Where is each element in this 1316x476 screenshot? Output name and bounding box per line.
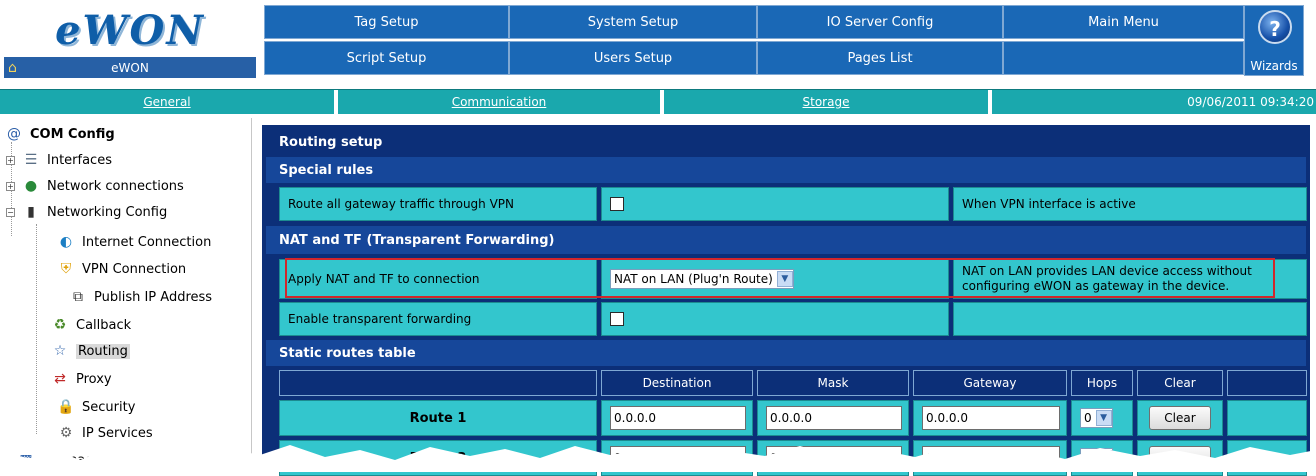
enable-tf-empty: [953, 302, 1307, 336]
route-1-mask-cell: 0.0.0.0: [757, 400, 909, 436]
col-empty: [1227, 370, 1307, 396]
sidebar-item-vpn-connection[interactable]: ⛨ VPN Connection: [56, 257, 186, 281]
route-vpn-note: When VPN interface is active: [953, 187, 1307, 221]
route-vpn-cell: [601, 187, 949, 221]
tree-root-com-config[interactable]: @ COM Config: [4, 122, 115, 146]
expand-plus-icon[interactable]: +: [6, 155, 15, 165]
sidebar-tree: @ COM Config + ☰ Interfaces + ● Network …: [0, 118, 252, 472]
col-destination: Destination: [601, 370, 753, 396]
col-hops: Hops: [1071, 370, 1133, 396]
tab-divider: [988, 90, 992, 114]
home-icon[interactable]: ⌂: [8, 60, 24, 76]
route-1-label: Route 1: [279, 400, 597, 436]
globe-icon: ●: [24, 178, 38, 194]
header: eWON ⌂ eWON Tag Setup System Setup IO Se…: [0, 0, 1316, 87]
section-heading-special-rules: Special rules: [266, 157, 1306, 183]
section-tabs: General Communication Storage 09/06/2011…: [0, 89, 1316, 114]
highlight-box: [285, 258, 1275, 298]
route-1-mask-input[interactable]: 0.0.0.0: [766, 406, 902, 430]
menu-tag-setup[interactable]: Tag Setup: [264, 5, 509, 39]
sidebar-item-networking-config[interactable]: − ▮ Networking Config: [6, 200, 167, 224]
home-label: eWON: [111, 60, 149, 75]
route-1-empty-cell: [1227, 400, 1307, 436]
lock-icon: 🔒: [57, 399, 75, 415]
sidebar-item-routing[interactable]: ☆ Routing: [50, 339, 130, 363]
menu-system-setup[interactable]: System Setup: [509, 5, 757, 39]
chevron-down-icon[interactable]: ▼: [1095, 410, 1112, 426]
route-1-clear-cell: Clear: [1137, 400, 1223, 436]
sidebar-item-label: Routing: [76, 343, 130, 359]
sidebar-item-label: Security: [82, 399, 136, 415]
section-heading-static-routes: Static routes table: [266, 340, 1306, 366]
sidebar-item-publish-ip[interactable]: ⧉ Publish IP Address: [68, 285, 212, 309]
tree-connector: [36, 224, 37, 434]
route-1-gateway-cell: 0.0.0.0: [913, 400, 1067, 436]
tab-communication[interactable]: Communication: [338, 90, 660, 114]
tree-root-label: COM Config: [30, 126, 115, 142]
help-wizard-icon: ?: [1258, 10, 1292, 44]
route-1-clear-button[interactable]: Clear: [1149, 406, 1211, 430]
at-sign-icon: @: [7, 126, 21, 142]
cable-icon: ☰: [24, 152, 38, 168]
broadcast-icon: ⧉: [73, 289, 83, 305]
tab-storage[interactable]: Storage: [664, 90, 988, 114]
menu-pages-list[interactable]: Pages List: [757, 41, 1003, 75]
route-1-destination-cell: 0.0.0.0: [601, 400, 753, 436]
sidebar-item-label: Networking Config: [47, 204, 168, 220]
datetime-display: 09/06/2011 09:34:20: [1187, 95, 1314, 109]
sidebar-item-network-connections[interactable]: + ● Network connections: [6, 174, 184, 198]
sidebar-item-callback[interactable]: ♻ Callback: [50, 313, 131, 337]
col-clear: Clear: [1137, 370, 1223, 396]
sidebar-item-label: Internet Connection: [82, 234, 212, 250]
sidebar-item-label: Publish IP Address: [94, 289, 213, 305]
route-vpn-checkbox[interactable]: [610, 197, 624, 211]
route-vpn-label: Route all gateway traffic through VPN: [279, 187, 597, 221]
route-1-gateway-input[interactable]: 0.0.0.0: [922, 406, 1060, 430]
page-title: Routing setup: [279, 134, 383, 150]
enable-tf-checkbox[interactable]: [610, 312, 624, 326]
tab-general[interactable]: General: [0, 90, 334, 114]
table-header-empty: [279, 370, 597, 396]
sidebar-item-security[interactable]: 🔒 Security: [56, 395, 135, 419]
ewon-logo[interactable]: eWON: [4, 4, 256, 56]
sidebar-item-label: Callback: [76, 317, 132, 333]
route-1-hops-cell: 0 ▼: [1071, 400, 1133, 436]
enable-tf-label: Enable transparent forwarding: [279, 302, 597, 336]
wizards-label: Wizards: [1250, 59, 1298, 73]
route-1-hops-value: 0: [1084, 411, 1092, 425]
route-1-hops-select[interactable]: 0 ▼: [1080, 408, 1113, 428]
menu-script-setup[interactable]: Script Setup: [264, 41, 509, 75]
col-mask: Mask: [757, 370, 909, 396]
proxy-arrows-icon: ⇄: [54, 371, 66, 387]
menu-io-server-config[interactable]: IO Server Config: [757, 5, 1003, 39]
sidebar-item-internet-connection[interactable]: ◐ Internet Connection: [56, 230, 211, 254]
torn-edge-decoration: [0, 445, 1316, 472]
sidebar-item-proxy[interactable]: ⇄ Proxy: [50, 367, 112, 391]
shield-icon: ⛨: [60, 261, 72, 277]
collapse-minus-icon[interactable]: −: [6, 207, 15, 217]
callback-icon: ♻: [53, 317, 67, 333]
menu-users-setup[interactable]: Users Setup: [509, 41, 757, 75]
internet-icon: ◐: [59, 234, 73, 250]
expand-plus-icon[interactable]: +: [6, 181, 15, 191]
network-computer-icon: ▮: [27, 204, 35, 220]
sidebar-item-label: IP Services: [82, 425, 153, 441]
home-bar[interactable]: ⌂ eWON: [4, 57, 256, 78]
main-menu-grid: Tag Setup System Setup IO Server Config …: [264, 5, 1304, 76]
logo-text: eWON: [55, 6, 205, 54]
enable-tf-cell: [601, 302, 949, 336]
sidebar-item-label: Interfaces: [47, 152, 112, 168]
sidebar-item-label: Proxy: [76, 371, 112, 387]
route-1-destination-input[interactable]: 0.0.0.0: [610, 406, 746, 430]
sidebar-item-label: VPN Connection: [82, 261, 187, 277]
menu-main-menu[interactable]: Main Menu: [1003, 5, 1244, 39]
menu-empty-cell: [1003, 41, 1244, 75]
sidebar-item-label: Network connections: [47, 178, 184, 194]
col-gateway: Gateway: [913, 370, 1067, 396]
section-heading-nat: NAT and TF (Transparent Forwarding): [266, 226, 1306, 254]
sidebar-item-interfaces[interactable]: + ☰ Interfaces: [6, 148, 112, 172]
routing-setup-panel: Routing setup Special rules Route all ga…: [262, 125, 1310, 476]
wizards-button[interactable]: ? Wizards: [1244, 5, 1304, 76]
routing-star-icon: ☆: [53, 343, 67, 359]
